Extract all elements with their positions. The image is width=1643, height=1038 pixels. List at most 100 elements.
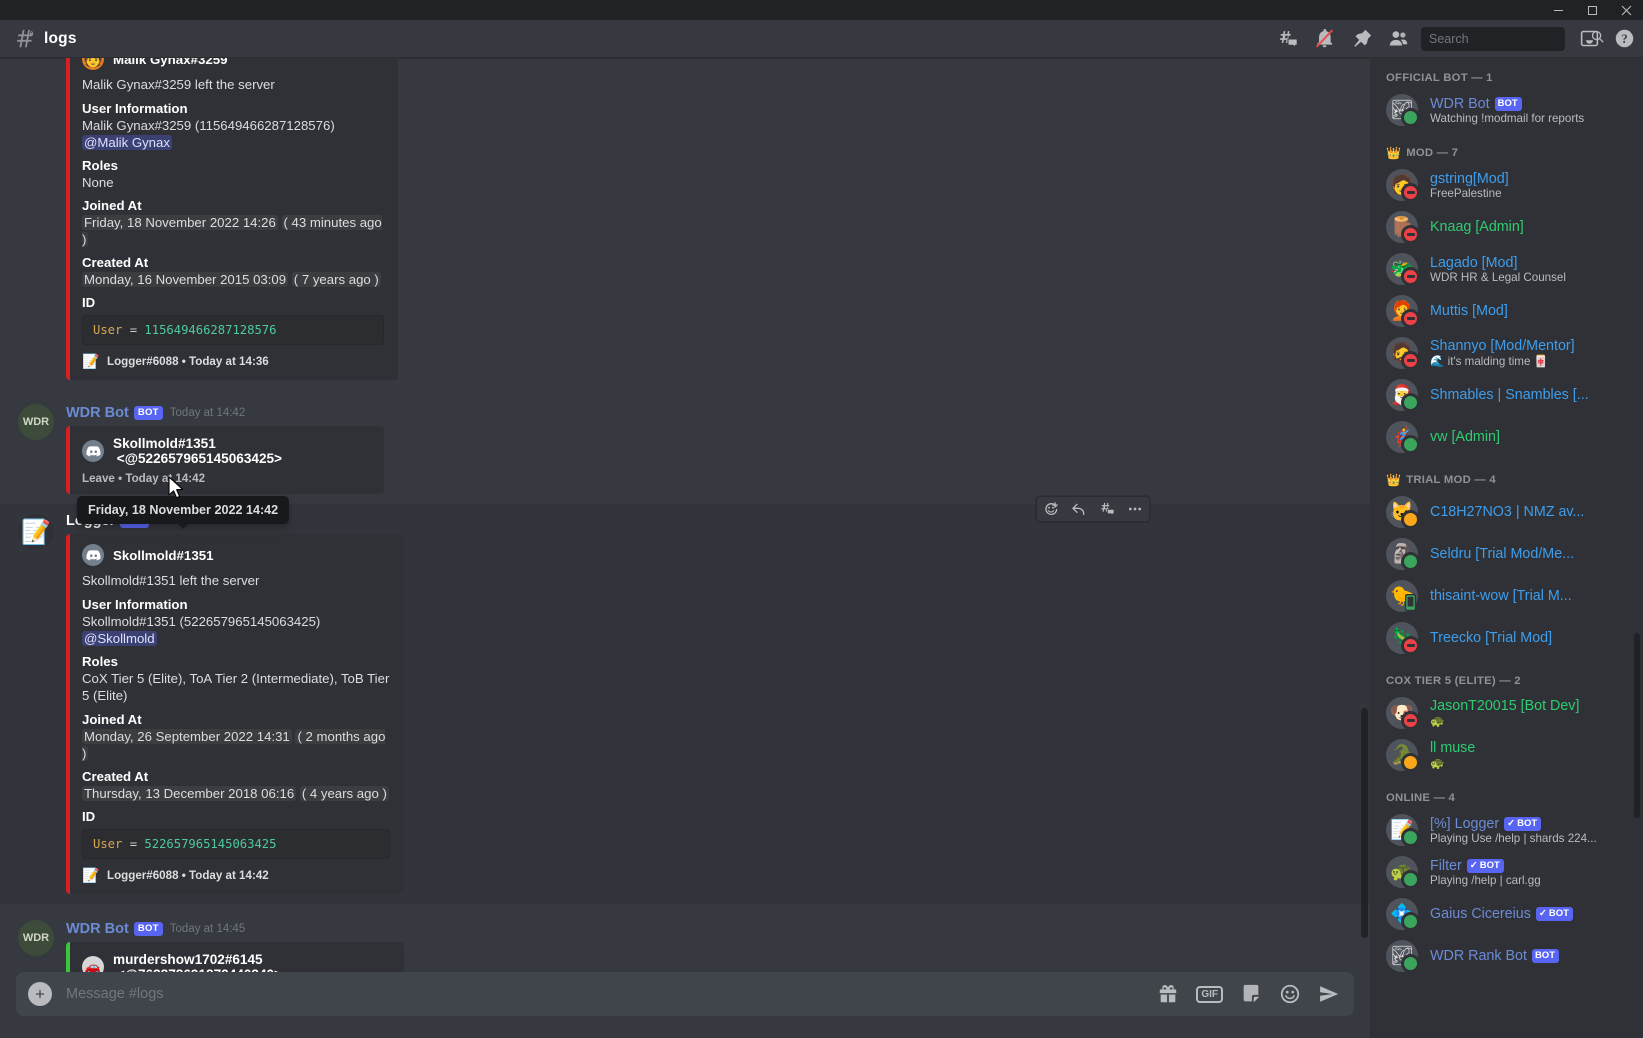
- message-author[interactable]: WDR Bot: [66, 405, 129, 421]
- tooltip-text: Friday, 18 November 2022 14:42: [88, 503, 279, 517]
- member-name-text: Muttis [Mod]: [1430, 303, 1508, 319]
- window-close-button[interactable]: [1609, 0, 1643, 20]
- message-group: 📝 Logger BOT Today at 14:42: [0, 496, 1370, 905]
- window-maximize-button[interactable]: [1575, 0, 1609, 20]
- embed: Skollmold#1351 <@522657965145063425> Lea…: [66, 426, 384, 495]
- notifications-muted-icon[interactable]: [1314, 28, 1335, 49]
- user-mention[interactable]: @Skollmold: [82, 631, 157, 647]
- member-status-text: 🐢: [1430, 757, 1445, 770]
- member-list-item[interactable]: 🎅 Shmables | Snambles [...: [1386, 374, 1643, 416]
- status-indicator-mobile: [1402, 591, 1421, 615]
- status-indicator-online: [1401, 912, 1420, 931]
- plus-icon[interactable]: [28, 982, 52, 1006]
- channel-header: logs Search ?: [0, 20, 1643, 58]
- member-list-item[interactable]: 🏞 WDR Rank Bot BOT: [1386, 935, 1643, 977]
- embed-author-name: murdershow1702#6145 <@763878691872440340…: [113, 952, 282, 972]
- bot-badge-label: BOT: [1517, 817, 1538, 829]
- field-text: Skollmold#1351 (522657965145063425): [82, 613, 321, 629]
- member-text: thisaint-wow [Trial M...: [1430, 588, 1635, 604]
- gif-icon[interactable]: GIF: [1196, 985, 1223, 1003]
- avatar: 🧑‍🦰: [1386, 295, 1420, 328]
- message-header: WDR Bot BOT Today at 14:42: [0, 402, 1358, 424]
- pinned-messages-icon[interactable]: [1351, 28, 1372, 49]
- field-value: Friday, 18 November 2022 14:26 ( 43 minu…: [82, 214, 384, 248]
- field-value: Monday, 26 September 2022 14:31 ( 2 mont…: [82, 728, 390, 762]
- member-name-text: Shmables | Snambles [...: [1430, 387, 1589, 403]
- member-list-item[interactable]: 🐤 thisaint-wow [Trial M...: [1386, 575, 1643, 617]
- member-list-item[interactable]: 💠 Gaius Cicereius ✓ BOT: [1386, 893, 1643, 935]
- member-list-item[interactable]: 🏞 WDR Bot BOT Watching !modmail for reports: [1386, 89, 1643, 131]
- member-list-item[interactable]: 🗿 Seldru [Trial Mod/Me...: [1386, 533, 1643, 575]
- composer-bar[interactable]: GIF: [16, 972, 1354, 1016]
- inbox-icon[interactable]: [1579, 28, 1600, 49]
- crown-icon: 👑: [1386, 473, 1402, 487]
- member-list-item[interactable]: 🦸 vw [Admin]: [1386, 416, 1643, 458]
- member-name-text: vw [Admin]: [1430, 429, 1500, 445]
- member-name: Shannyo [Mod/Mentor]: [1430, 338, 1635, 354]
- threads-icon[interactable]: [1277, 28, 1298, 49]
- member-list-item[interactable]: 🐱 C18H27NO3 | NMZ av...: [1386, 491, 1643, 533]
- add-reaction-icon[interactable]: [1037, 497, 1065, 521]
- member-list-item[interactable]: 🧑‍🦰 Muttis [Mod]: [1386, 290, 1643, 332]
- member-list-item[interactable]: 🐢 Filter ✓ BOT Playing /help | carl.gg: [1386, 851, 1643, 893]
- status-indicator-online: [1401, 870, 1420, 889]
- member-status-text: 🐢: [1430, 715, 1445, 728]
- member-list-item[interactable]: 📝 [%] Logger ✓ BOT Playing Use /help | shard…: [1386, 809, 1643, 851]
- create-thread-icon[interactable]: [1093, 497, 1121, 521]
- member-name: C18H27NO3 | NMZ av...: [1430, 504, 1635, 520]
- search-input[interactable]: [1429, 31, 1590, 46]
- field-name: Created At: [82, 255, 149, 271]
- code-block: User = 522657965145063425: [82, 829, 390, 860]
- search-box[interactable]: [1421, 26, 1604, 51]
- crown-icon: 👑: [1386, 146, 1402, 160]
- send-icon[interactable]: [1318, 983, 1340, 1005]
- member-list-icon[interactable]: [1388, 28, 1409, 49]
- member-name: Lagado [Mod]: [1430, 255, 1635, 271]
- member-list-item[interactable]: 🦎 Treecko [Trial Mod]: [1386, 617, 1643, 659]
- more-actions-icon[interactable]: [1121, 497, 1149, 521]
- bot-badge: BOT: [1494, 96, 1522, 111]
- help-icon[interactable]: ?: [1614, 28, 1635, 49]
- member-list-scrollbar[interactable]: [1634, 633, 1640, 818]
- verified-check-icon: ✓: [1538, 908, 1547, 919]
- field-name: User Information: [82, 100, 188, 116]
- emoji-icon[interactable]: [1279, 983, 1301, 1005]
- member-group-title: MOD — 7: [1406, 147, 1459, 159]
- member-list-item[interactable]: 🐊 ll muse 🐢: [1386, 734, 1643, 776]
- member-name: JasonT20015 [Bot Dev]: [1430, 698, 1635, 714]
- avatar: [82, 440, 104, 463]
- member-list-item[interactable]: 🧑 gstring[Mod] FreePalestine: [1386, 164, 1643, 206]
- bot-badge-label: BOT: [1479, 859, 1500, 871]
- avatar[interactable]: WDR: [18, 920, 54, 957]
- user-mention[interactable]: @Malik Gynax: [82, 134, 172, 150]
- bot-badge: ✓ BOT: [1466, 858, 1504, 873]
- embed-author: 🚗 murdershow1702#6145 <@7638786918724403…: [82, 952, 390, 972]
- member-list-item[interactable]: 🪵 Knaag [Admin]: [1386, 206, 1643, 248]
- message-group: WDR WDR Bot BOT Today at 14:45 🚗 murders…: [0, 916, 1370, 972]
- channel-name: logs: [44, 29, 77, 47]
- message-input[interactable]: [66, 986, 1146, 1002]
- member-list-item[interactable]: 🐶 JasonT20015 [Bot Dev] 🐢: [1386, 692, 1643, 734]
- message-timestamp: Today at 14:42: [169, 407, 246, 420]
- window-minimize-button[interactable]: [1541, 0, 1575, 20]
- logger-icon: 📝: [82, 867, 100, 884]
- chat-scrollbar[interactable]: [1361, 708, 1368, 938]
- message-author[interactable]: WDR Bot: [66, 921, 129, 937]
- avatar: 🐤: [1386, 580, 1418, 612]
- avatar[interactable]: WDR: [18, 404, 54, 441]
- relative-time: ( 4 years ago ): [299, 785, 389, 801]
- avatar: 🐲: [1386, 253, 1420, 286]
- reply-icon[interactable]: [1065, 497, 1093, 521]
- embed: 🧑 Malik Gynax#3259 Malik Gynax#3259 left…: [66, 58, 398, 381]
- member-name: Muttis [Mod]: [1430, 303, 1635, 319]
- gift-icon[interactable]: [1157, 983, 1179, 1005]
- sticker-icon[interactable]: [1240, 983, 1262, 1005]
- avatar[interactable]: 📝: [18, 514, 54, 551]
- code-key: User: [93, 837, 123, 852]
- member-list-item[interactable]: 🧔 Shannyo [Mod/Mentor] 🌊 it's malding time…: [1386, 332, 1643, 374]
- member-list-item[interactable]: 🐲 Lagado [Mod] WDR HR & Legal Counsel: [1386, 248, 1643, 290]
- chat-column: 🧑 Malik Gynax#3259 Malik Gynax#3259 left…: [0, 58, 1370, 1038]
- field-name: ID: [82, 809, 96, 825]
- message-hover-toolbar[interactable]: [1036, 496, 1150, 523]
- embed-description: Skollmold#1351 left the server: [82, 573, 260, 589]
